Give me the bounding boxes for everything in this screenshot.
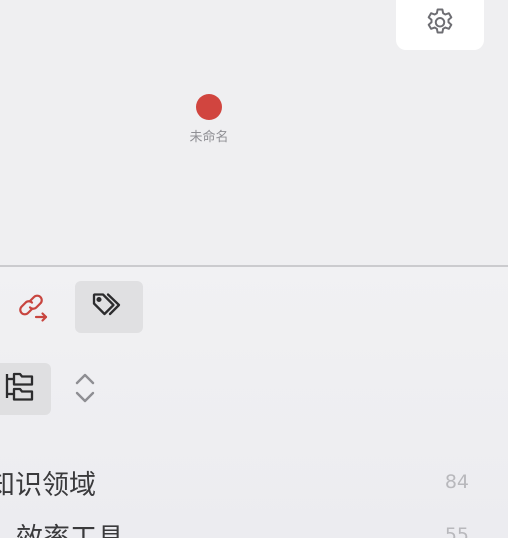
tags-button[interactable] — [75, 281, 143, 333]
chevron-up-down-icon — [72, 370, 98, 410]
link-arrow-icon — [16, 289, 52, 329]
link-button[interactable] — [12, 286, 56, 332]
settings-button[interactable] — [396, 0, 484, 50]
list-item-title: 效率工具 — [16, 522, 124, 538]
graph-node[interactable] — [196, 94, 222, 120]
tags-icon — [91, 290, 127, 324]
bottom-panel: 知识领域 84 效率工具 55 — [0, 267, 508, 538]
list-item-title: 知识领域 — [0, 469, 96, 501]
gear-icon — [423, 6, 457, 44]
list-item[interactable]: 效率工具 55 — [0, 515, 508, 538]
list-item-count: 84 — [444, 471, 469, 493]
list-item-count: 55 — [444, 524, 469, 538]
list-item[interactable]: 知识领域 84 — [0, 462, 508, 502]
sort-toggle-button[interactable] — [66, 367, 104, 413]
folder-tree-icon — [3, 370, 37, 408]
folder-tree-button[interactable] — [0, 363, 51, 415]
graph-view[interactable]: 未命名 — [0, 0, 508, 266]
graph-node-label: 未命名 — [189, 130, 229, 145]
